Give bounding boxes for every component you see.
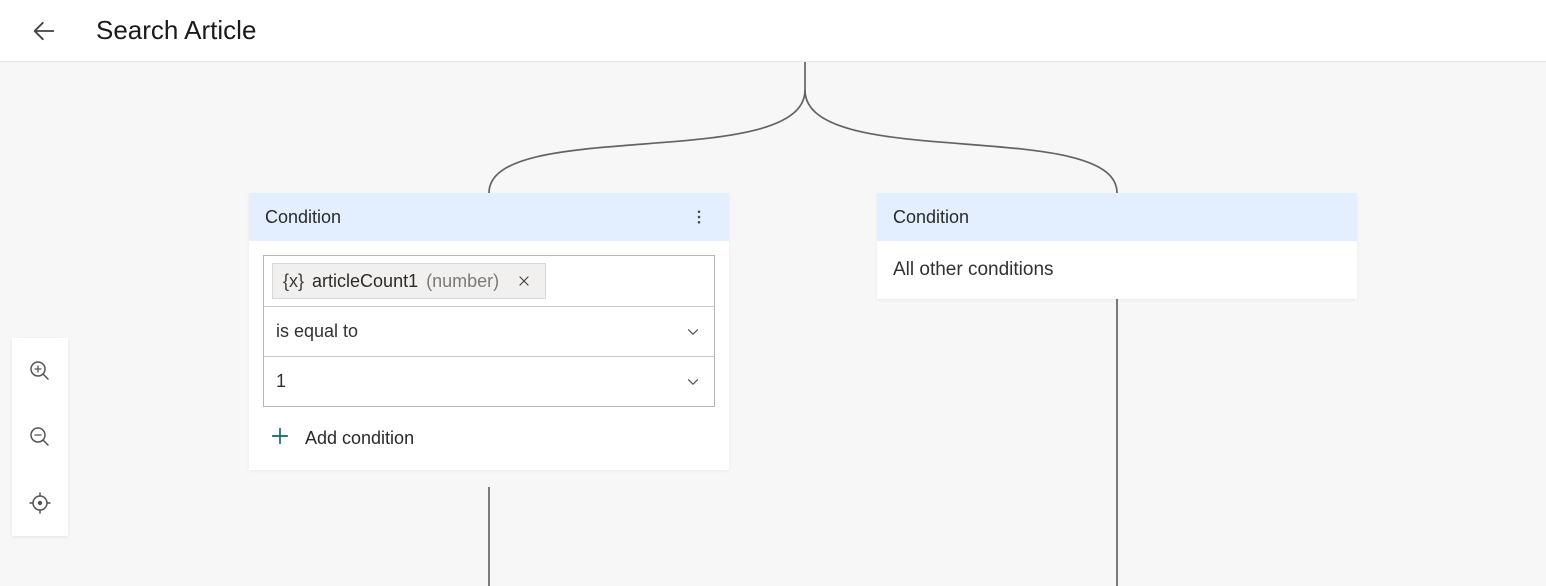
top-bar: Search Article <box>0 0 1546 62</box>
variable-icon: {x} <box>283 271 304 292</box>
value-label: 1 <box>276 371 286 392</box>
operator-label: is equal to <box>276 321 358 342</box>
close-icon <box>517 274 531 288</box>
zoom-in-icon <box>28 359 52 383</box>
chevron-down-icon <box>684 373 702 391</box>
condition-card-header: Condition <box>877 193 1357 241</box>
condition-card-right[interactable]: Condition All other conditions <box>877 193 1357 299</box>
condition-card-header: Condition <box>249 193 729 241</box>
variable-type: (number) <box>426 271 499 292</box>
all-other-body: All other conditions <box>877 241 1357 299</box>
canvas-toolbar <box>12 338 68 536</box>
condition-card-left[interactable]: Condition {x} articleCount1 (number) <box>249 193 729 470</box>
page-title: Search Article <box>96 15 256 46</box>
condition-box: {x} articleCount1 (number) is equal to <box>263 255 715 407</box>
flow-canvas[interactable]: Condition {x} articleCount1 (number) <box>0 62 1546 586</box>
condition-variable-row[interactable]: {x} articleCount1 (number) <box>264 256 714 306</box>
zoom-out-button[interactable] <box>12 404 68 470</box>
target-icon <box>28 491 52 515</box>
add-condition-button[interactable]: Add condition <box>263 425 715 452</box>
arrow-left-icon <box>30 17 58 45</box>
plus-icon <box>269 425 291 452</box>
zoom-in-button[interactable] <box>12 338 68 404</box>
condition-body: {x} articleCount1 (number) is equal to <box>249 241 729 470</box>
condition-heading: Condition <box>893 207 969 228</box>
condition-heading: Condition <box>265 207 341 228</box>
operator-dropdown[interactable]: is equal to <box>264 306 714 356</box>
remove-variable-button[interactable] <box>513 270 535 292</box>
add-condition-label: Add condition <box>305 428 414 449</box>
recenter-button[interactable] <box>12 470 68 536</box>
dots-vertical-icon <box>690 208 708 226</box>
zoom-out-icon <box>28 425 52 449</box>
variable-chip[interactable]: {x} articleCount1 (number) <box>272 263 546 299</box>
back-button[interactable] <box>16 3 72 59</box>
card-menu-button[interactable] <box>685 203 713 231</box>
chevron-down-icon <box>684 323 702 341</box>
variable-name: articleCount1 <box>312 271 418 292</box>
all-other-text: All other conditions <box>893 259 1054 280</box>
value-dropdown[interactable]: 1 <box>264 356 714 406</box>
